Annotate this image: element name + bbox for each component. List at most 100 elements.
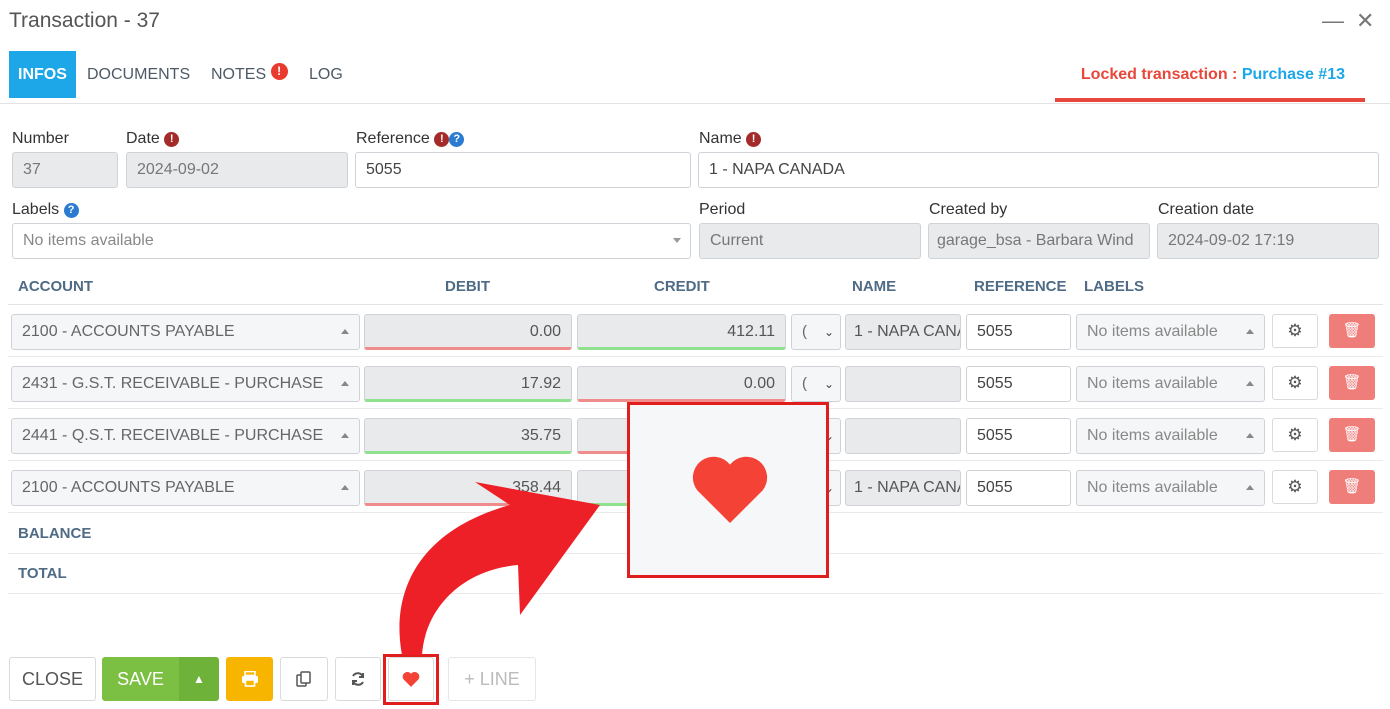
row-labels-placeholder: No items available (1087, 323, 1218, 340)
reference-label-text: Reference (356, 130, 430, 147)
row-labels-select[interactable]: No items available (1076, 470, 1265, 506)
trash-icon[interactable]: 🗑 (1329, 366, 1375, 400)
chevron-up-icon (341, 485, 349, 490)
credit-input[interactable]: 412.11 (577, 314, 786, 350)
tab-notes-label: NOTES (211, 66, 267, 83)
help-icon[interactable]: ? (449, 132, 465, 147)
gear-icon[interactable]: ⚙ (1272, 314, 1318, 348)
debit-input[interactable]: 17.92 (364, 366, 572, 402)
locked-text: Locked transaction : (1080, 66, 1242, 83)
col-labels: LABELS (1084, 278, 1144, 295)
creation-date-label: Creation date (1158, 201, 1255, 218)
locked-transaction-notice: Locked transaction : Purchase #13 (1081, 66, 1345, 84)
date-label-text: Date (126, 130, 160, 147)
row-labels-select[interactable]: No items available (1076, 366, 1265, 402)
labels-label: Labels ? (12, 201, 79, 219)
chevron-up-icon (341, 329, 349, 334)
col-credit: CREDIT (654, 278, 710, 295)
trash-icon[interactable]: 🗑 (1329, 470, 1375, 504)
row-name-field (845, 366, 961, 402)
window-titlebar: Transaction - 37 — ✕ (0, 0, 1390, 44)
close-button[interactable]: CLOSE (9, 657, 96, 701)
account-value: 2431 - G.S.T. RECEIVABLE - PURCHASE (22, 375, 324, 392)
currency-value: ( (802, 375, 807, 392)
col-debit: DEBIT (445, 278, 490, 295)
close-window-button[interactable]: ✕ (1356, 8, 1374, 34)
annotation-zoom-box (627, 402, 829, 578)
col-reference: REFERENCE (974, 278, 1067, 295)
gear-icon[interactable]: ⚙ (1272, 418, 1318, 452)
currency-value: ( (802, 323, 807, 340)
copy-icon[interactable] (280, 657, 328, 701)
reference-label: Reference !? (356, 130, 465, 148)
account-select[interactable]: 2100 - ACCOUNTS PAYABLE (11, 314, 360, 350)
trash-icon[interactable]: 🗑 (1329, 314, 1375, 348)
labels-placeholder: No items available (23, 232, 154, 249)
chevron-up-icon (341, 433, 349, 438)
account-select[interactable]: 2100 - ACCOUNTS PAYABLE (11, 470, 360, 506)
tab-documents[interactable]: DOCUMENTS (87, 51, 190, 98)
row-reference-input[interactable]: 5055 (966, 314, 1071, 350)
balance-label: BALANCE (18, 525, 92, 542)
name-label-text: Name (699, 130, 742, 147)
entries-grid-header: ACCOUNT DEBIT CREDIT NAME REFERENCE LABE… (8, 270, 1383, 305)
save-button[interactable]: SAVE (102, 657, 179, 701)
chevron-up-icon (1246, 329, 1254, 334)
help-icon[interactable]: ? (63, 203, 79, 218)
chevron-up-icon (341, 381, 349, 386)
total-label: TOTAL (18, 565, 67, 582)
debit-input[interactable]: 0.00 (364, 314, 572, 350)
currency-select[interactable]: (⌄ (791, 314, 841, 350)
row-name-field (845, 418, 961, 454)
row-reference-input[interactable]: 5055 (966, 470, 1071, 506)
trash-icon[interactable]: 🗑 (1329, 418, 1375, 452)
window-title: Transaction - 37 (9, 9, 160, 32)
tab-log[interactable]: LOG (309, 51, 343, 98)
number-label: Number (12, 130, 69, 147)
heart-icon (692, 456, 768, 523)
row-reference-input[interactable]: 5055 (966, 418, 1071, 454)
chevron-down-icon (673, 238, 681, 243)
number-field: 37 (12, 152, 118, 188)
chevron-up-icon (1246, 485, 1254, 490)
notes-alert-badge: ! (270, 63, 288, 80)
credit-input[interactable]: 0.00 (577, 366, 786, 402)
row-name-field: 1 - NAPA CANADA (845, 314, 961, 350)
annotation-arrow (399, 482, 600, 655)
name-input[interactable]: 1 - NAPA CANADA (698, 152, 1379, 188)
date-label: Date ! (126, 130, 180, 148)
minimize-button[interactable]: — (1322, 8, 1344, 34)
row-labels-placeholder: No items available (1087, 479, 1218, 496)
creation-date-field: 2024-09-02 17:19 (1157, 223, 1379, 259)
printer-icon[interactable] (226, 657, 273, 701)
account-select[interactable]: 2431 - G.S.T. RECEIVABLE - PURCHASE (11, 366, 360, 402)
row-labels-select[interactable]: No items available (1076, 418, 1265, 454)
locked-purchase-link[interactable]: Purchase #13 (1242, 66, 1345, 83)
account-select[interactable]: 2441 - Q.S.T. RECEIVABLE - PURCHASE (11, 418, 360, 454)
row-labels-select[interactable]: No items available (1076, 314, 1265, 350)
col-name: NAME (852, 278, 897, 295)
debit-input[interactable]: 35.75 (364, 418, 572, 454)
row-reference-input[interactable]: 5055 (966, 366, 1071, 402)
account-value: 2100 - ACCOUNTS PAYABLE (22, 323, 235, 340)
locked-underline (1055, 98, 1365, 102)
gear-icon[interactable]: ⚙ (1272, 366, 1318, 400)
tab-infos[interactable]: INFOS (9, 51, 76, 98)
row-labels-placeholder: No items available (1087, 375, 1218, 392)
period-label: Period (699, 201, 746, 218)
period-field: Current (699, 223, 921, 259)
gear-icon[interactable]: ⚙ (1272, 470, 1318, 504)
chevron-down-icon: ⌄ (823, 377, 834, 391)
currency-select[interactable]: (⌄ (791, 366, 841, 402)
labels-select[interactable]: No items available (12, 223, 691, 259)
save-options-button[interactable]: ▲ (179, 657, 219, 701)
reference-input[interactable]: 5055 (355, 152, 691, 188)
created-by-label: Created by (929, 201, 1008, 218)
refresh-icon[interactable] (335, 657, 381, 701)
col-account: ACCOUNT (18, 278, 93, 295)
tab-notes[interactable]: NOTES ! (211, 51, 288, 98)
labels-label-text: Labels (12, 201, 60, 218)
tab-bar: INFOS DOCUMENTS NOTES ! LOG Locked trans… (0, 50, 1390, 104)
chevron-up-icon (1246, 381, 1254, 386)
add-line-button[interactable]: + LINE (448, 657, 536, 701)
